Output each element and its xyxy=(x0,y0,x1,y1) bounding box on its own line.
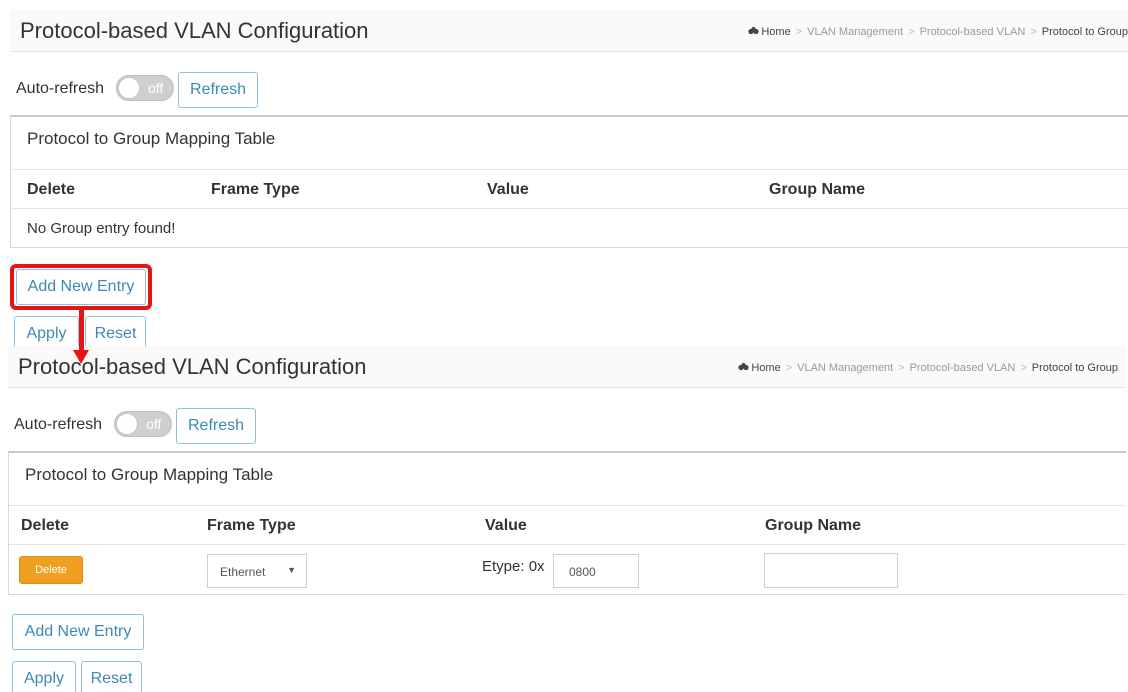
apply-button[interactable]: Apply xyxy=(12,661,76,692)
table-row: Delete Ethernet ▼ Etype: 0x 0800 xyxy=(9,546,1126,588)
breadcrumb-separator: > xyxy=(1020,362,1027,374)
title-bar: Protocol-based VLAN Configuration Home > V… xyxy=(8,346,1126,388)
breadcrumb-separator: > xyxy=(795,26,803,38)
breadcrumb-vlan-management[interactable]: VLAN Management xyxy=(807,26,903,38)
breadcrumb-protocol-vlan[interactable]: Protocol-based VLAN xyxy=(910,362,1016,374)
delete-button[interactable]: Delete xyxy=(19,556,83,584)
home-icon xyxy=(738,363,749,371)
breadcrumb-separator: > xyxy=(1030,26,1037,38)
etype-value-input[interactable]: 0800 xyxy=(553,554,639,588)
frame-type-select[interactable]: Ethernet ▼ xyxy=(207,554,307,588)
home-icon xyxy=(748,27,759,35)
add-new-entry-button[interactable]: Add New Entry xyxy=(12,614,144,650)
mapping-table: Protocol to Group Mapping Table Delete F… xyxy=(8,451,1126,595)
column-header-delete: Delete xyxy=(21,517,70,534)
arrow-line xyxy=(79,310,84,354)
refresh-button[interactable]: Refresh xyxy=(178,72,258,108)
breadcrumb-home[interactable]: Home xyxy=(751,362,780,374)
toggle-state: off xyxy=(146,416,162,432)
highlight-box xyxy=(10,264,152,310)
breadcrumb-current: Protocol to Group xyxy=(1031,362,1118,374)
table-header-row: Delete Frame Type Value Group Name xyxy=(11,169,1128,209)
auto-refresh-label: Auto-refresh xyxy=(16,80,105,97)
auto-refresh-toggle[interactable]: off xyxy=(114,411,172,437)
empty-table-message: No Group entry found! xyxy=(27,220,176,237)
page-title: Protocol-based VLAN Configuration xyxy=(20,18,369,43)
column-header-value: Value xyxy=(485,517,527,534)
frame-type-value: Ethernet xyxy=(220,565,266,579)
column-header-frame-type: Frame Type xyxy=(211,181,300,198)
breadcrumb-separator: > xyxy=(898,362,905,374)
screen-after: Protocol-based VLAN Configuration Home > V… xyxy=(0,346,1128,692)
column-header-group-name: Group Name xyxy=(765,517,862,534)
toggle-knob xyxy=(118,77,140,99)
title-bar: Protocol-based VLAN Configuration Home > V… xyxy=(10,10,1128,52)
column-header-value: Value xyxy=(487,181,529,198)
column-header-frame-type: Frame Type xyxy=(207,517,296,534)
group-name-input[interactable] xyxy=(764,553,898,588)
breadcrumb-separator: > xyxy=(908,26,915,38)
breadcrumb-current: Protocol to Group xyxy=(1041,26,1128,38)
caret-down-icon: ▼ xyxy=(287,565,296,575)
auto-refresh-label: Auto-refresh xyxy=(14,416,103,433)
page-title: Protocol-based VLAN Configuration xyxy=(18,354,367,379)
toggle-knob xyxy=(116,413,138,435)
column-header-delete: Delete xyxy=(27,181,76,198)
refresh-button[interactable]: Refresh xyxy=(176,408,256,444)
screen-before: Protocol-based VLAN Configuration Home > V… xyxy=(0,0,1128,352)
reset-button[interactable]: Reset xyxy=(81,661,142,692)
mapping-table: Protocol to Group Mapping Table Delete F… xyxy=(10,115,1128,248)
breadcrumb: Home > VLAN Management > Protocol-based VLAN… xyxy=(738,362,1118,374)
table-header-row: Delete Frame Type Value Group Name xyxy=(9,505,1126,545)
breadcrumb-separator: > xyxy=(785,362,793,374)
toggle-state: off xyxy=(148,80,164,96)
breadcrumb-home[interactable]: Home xyxy=(761,26,790,38)
breadcrumb: Home > VLAN Management > Protocol-based VLAN… xyxy=(748,26,1128,38)
arrow-down-icon xyxy=(73,350,89,364)
etype-label: Etype: 0x xyxy=(482,558,545,575)
breadcrumb-protocol-vlan[interactable]: Protocol-based VLAN xyxy=(920,26,1026,38)
table-title: Protocol to Group Mapping Table xyxy=(27,129,276,148)
column-header-group-name: Group Name xyxy=(769,181,866,198)
breadcrumb-vlan-management[interactable]: VLAN Management xyxy=(797,362,893,374)
table-title: Protocol to Group Mapping Table xyxy=(25,465,274,484)
auto-refresh-toggle[interactable]: off xyxy=(116,75,174,101)
